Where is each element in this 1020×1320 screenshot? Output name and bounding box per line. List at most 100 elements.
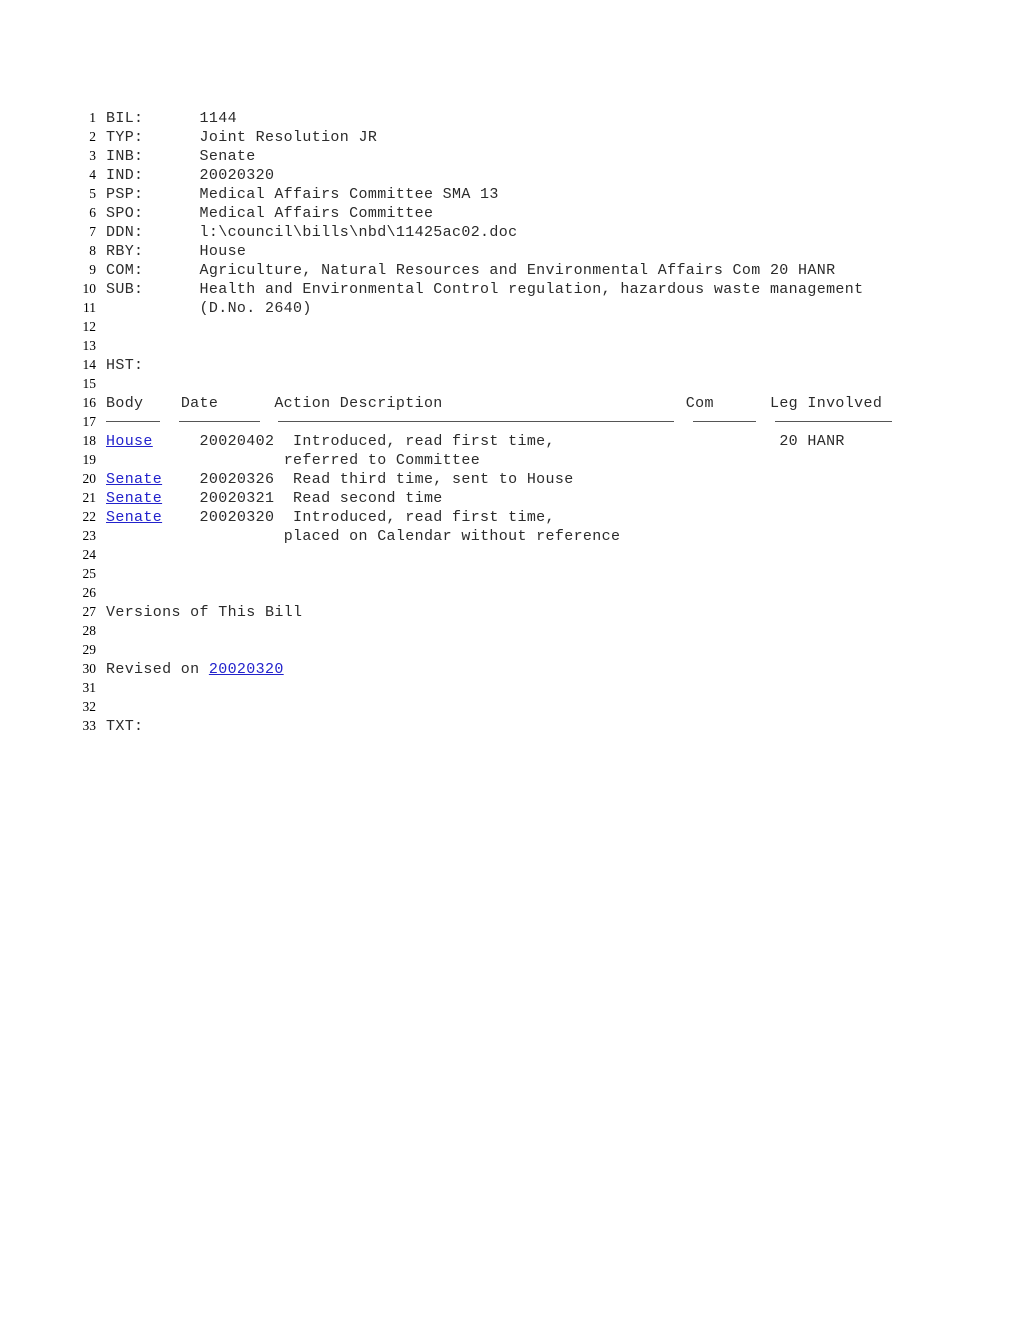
field-bil-value: 1144	[199, 110, 237, 127]
history-body-link[interactable]: Senate	[106, 490, 162, 507]
pad	[756, 414, 775, 431]
line-number: 16	[82, 395, 97, 410]
history-action: Introduced, read first time,	[293, 433, 555, 450]
line-33: 33 TXT:	[72, 716, 952, 735]
history-date: 20020321	[199, 490, 275, 507]
field-typ-label: TYP:	[106, 129, 144, 146]
field-psp-value: Medical Affairs Committee SMA 13	[199, 186, 499, 203]
field-typ-value: Joint Resolution JR	[199, 129, 378, 146]
line-24: 24	[72, 545, 952, 564]
line-number: 32	[82, 699, 97, 714]
line-16: 16 Body Date Action Description Com Leg …	[72, 393, 952, 412]
history-date: 20020320	[199, 509, 275, 526]
pad	[260, 414, 279, 431]
line-number: 5	[89, 186, 96, 201]
line-number: 29	[82, 642, 97, 657]
line-number: 11	[83, 300, 96, 315]
pad	[443, 395, 686, 412]
line-26: 26	[72, 583, 952, 602]
line-12: 12	[72, 317, 952, 336]
pad	[143, 167, 199, 184]
line-3: 3 INB: Senate	[72, 146, 952, 165]
field-ddn: DDN: l:\council\bills\nbd\11425ac02.doc	[96, 223, 517, 242]
line-number: 23	[82, 528, 97, 543]
field-inb-value: Senate	[199, 148, 256, 165]
field-spo-label: SPO:	[106, 205, 144, 222]
pad	[106, 300, 200, 317]
line-6: 6 SPO: Medical Affairs Committee	[72, 203, 952, 222]
field-txt-label: TXT:	[106, 718, 144, 735]
line-number: 26	[82, 585, 97, 600]
separator-leg	[774, 421, 892, 422]
separator-com	[693, 421, 757, 422]
pad	[162, 490, 199, 507]
line-31: 31	[72, 678, 952, 697]
revised-date-link[interactable]: 20020320	[209, 661, 284, 678]
line-4: 4 IND: 20020320	[72, 165, 952, 184]
line-number: 14	[82, 357, 97, 372]
field-bil-label: BIL:	[106, 110, 144, 127]
line-18: 18 House 20020402 Introduced, read first…	[72, 431, 952, 450]
history-date: 20020402	[199, 433, 275, 450]
history-header-com: Com	[685, 395, 714, 412]
line-number: 22	[82, 509, 97, 524]
pad	[162, 509, 199, 526]
line-number: 31	[82, 680, 97, 695]
document-page: 1 BIL: 1144 2 TYP: Joint Resolution JR 3…	[0, 0, 1020, 1320]
pad	[555, 433, 779, 450]
line-number: 6	[89, 205, 96, 220]
field-rby-value: House	[199, 243, 247, 260]
pad	[274, 490, 293, 507]
line-28: 28	[72, 621, 952, 640]
line-number: 2	[89, 129, 96, 144]
line-number: 9	[89, 262, 96, 277]
history-header-leg: Leg Involved	[769, 395, 883, 412]
field-bil: BIL: 1144	[96, 109, 237, 128]
history-body-link[interactable]: Senate	[106, 471, 162, 488]
pad	[153, 433, 200, 450]
field-spo: SPO: Medical Affairs Committee	[96, 204, 433, 223]
field-ind-label: IND:	[106, 167, 144, 184]
pad	[143, 224, 199, 241]
field-psp: PSP: Medical Affairs Committee SMA 13	[96, 185, 499, 204]
line-2: 2 TYP: Joint Resolution JR	[72, 127, 952, 146]
revised-on-label: Revised on	[106, 661, 209, 678]
line-13: 13	[72, 336, 952, 355]
versions-heading: Versions of This Bill	[106, 604, 303, 621]
line-20: 20 Senate 20020326 Read third time, sent…	[72, 469, 952, 488]
table-row-continuation: placed on Calendar without reference	[96, 527, 620, 546]
field-hst-label: HST:	[106, 357, 144, 374]
table-row: House 20020402 Introduced, read first ti…	[96, 432, 845, 451]
revised-on-row: Revised on 20020320	[96, 660, 284, 679]
pad	[143, 129, 199, 146]
field-com-value: Agriculture, Natural Resources and Envir…	[199, 262, 836, 279]
history-com: 20 HANR	[779, 433, 845, 450]
line-17: 17	[72, 412, 952, 431]
pad	[274, 433, 293, 450]
history-header-action: Action Description	[274, 395, 443, 412]
field-rby-label: RBY:	[106, 243, 144, 260]
field-sub-label: SUB:	[106, 281, 144, 298]
history-body-link[interactable]: Senate	[106, 509, 162, 526]
field-sub: SUB: Health and Environmental Control re…	[96, 280, 863, 299]
history-body-link[interactable]: House	[106, 433, 153, 450]
field-spo-value: Medical Affairs Committee	[199, 205, 434, 222]
history-action: Read third time, sent to House	[293, 471, 574, 488]
pad	[143, 395, 180, 412]
field-com: COM: Agriculture, Natural Resources and …	[96, 261, 835, 280]
line-number: 13	[82, 338, 97, 353]
field-ddn-label: DDN:	[106, 224, 144, 241]
pad	[714, 395, 770, 412]
field-rby: RBY: House	[96, 242, 246, 261]
pad	[143, 110, 199, 127]
history-action: Read second time	[293, 490, 443, 507]
table-row-continuation: referred to Committee	[96, 451, 480, 470]
pad	[106, 452, 284, 469]
pad	[143, 186, 199, 203]
